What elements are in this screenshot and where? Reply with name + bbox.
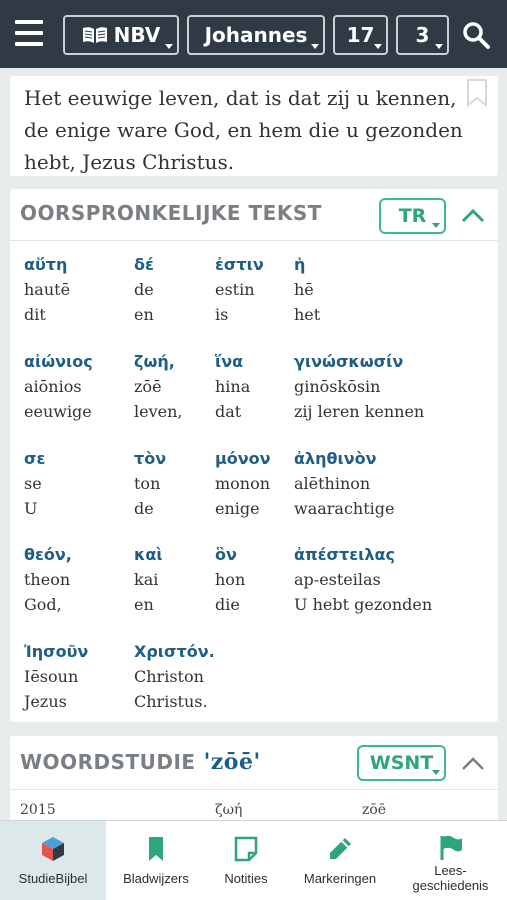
nav-label: Bladwijzers (123, 871, 189, 886)
book-icon (82, 27, 107, 43)
greek-word: γινώσκωσίν (294, 352, 404, 371)
dutch-translation: Christus. (134, 692, 208, 711)
dutch-translation: eeuwige (24, 402, 92, 421)
dutch-translation: U hebt gezonden (294, 595, 433, 614)
transliteration: alēthinon (294, 474, 371, 493)
nav-leesgeschiedenis[interactable]: Lees-geschiedenis (394, 821, 507, 900)
greek-word: ἀληθινὸν (294, 449, 377, 468)
chapter-selector[interactable]: 17 (333, 15, 388, 55)
greek-word: ἀπέστειλας (294, 545, 395, 564)
chevron-down-icon (311, 44, 319, 49)
bottom-navigation: StudieBijbel Bladwijzers Notities Marker… (0, 820, 507, 900)
word-study-header: WOORDSTUDIE 'zōē' WSNT (10, 736, 498, 790)
study-word: 'zōē' (203, 749, 261, 775)
bookmark-outline-icon[interactable] (466, 79, 488, 107)
section-title: OORSPRONKELIJKE TEKST (20, 201, 322, 225)
source-label: TR (398, 205, 427, 227)
interlinear-word[interactable]: γινώσκωσίν ginōskōsin zij leren kennen (294, 350, 494, 424)
interlinear-word[interactable]: αἰώνιος aiōnios eeuwige (24, 350, 134, 424)
greek-word: αἰώνιος (24, 352, 93, 371)
interlinear-word[interactable]: Ἰησοῦν Iēsoun Jezus (24, 640, 134, 714)
chevron-down-icon (165, 44, 173, 49)
transliteration: theon (24, 570, 71, 589)
interlinear-word[interactable]: Χριστόν. Christon Christus. (134, 640, 244, 714)
study-number: 2015 (20, 802, 56, 818)
source-selector[interactable]: TR (379, 198, 446, 234)
section-title: WOORDSTUDIE 'zōē' (20, 749, 261, 775)
chapter-label: 17 (346, 23, 375, 47)
search-icon[interactable] (461, 20, 491, 50)
menu-icon[interactable] (15, 20, 43, 46)
interlinear-word[interactable]: ἀπέστειλας ap-esteilas U hebt gezonden (294, 543, 494, 617)
verse-text: Het eeuwige leven, dat is dat zij u kenn… (24, 86, 463, 174)
dutch-translation: God, (24, 595, 62, 614)
verse-label: 3 (415, 23, 430, 47)
transliteration: se (24, 474, 42, 493)
chevron-down-icon (435, 44, 443, 49)
chevron-down-icon (432, 770, 440, 775)
transliteration: ginōskōsin (294, 377, 381, 396)
top-bar: NBV Johannes 17 3 (0, 0, 507, 68)
interlinear-word[interactable]: αὕτη hautē dit (24, 253, 134, 327)
chevron-up-icon[interactable] (460, 754, 486, 772)
nav-markeringen[interactable]: Markeringen (286, 821, 394, 900)
dutch-translation: zij leren kennen (294, 402, 425, 421)
nav-notities[interactable]: Notities (206, 821, 286, 900)
interlinear-word[interactable]: σε se U (24, 447, 134, 521)
bookmark-icon (149, 837, 163, 861)
cube-icon (42, 837, 64, 861)
transliteration: ap-esteilas (294, 570, 381, 589)
study-greek: ζωή (215, 802, 243, 818)
transliteration: Iēsoun (24, 667, 79, 686)
verse-selector[interactable]: 3 (396, 15, 449, 55)
translation-selector[interactable]: NBV (63, 15, 179, 55)
greek-word: Ἰησοῦν (24, 642, 89, 661)
translation-label: NBV (113, 23, 161, 47)
dutch-translation: waarachtige (294, 499, 395, 518)
nav-label: Lees-geschiedenis (412, 863, 489, 893)
pencil-icon (330, 838, 351, 859)
nav-bladwijzers[interactable]: Bladwijzers (106, 821, 206, 900)
book-selector[interactable]: Johannes (187, 15, 325, 55)
verse-card: Het eeuwige leven, dat is dat zij u kenn… (10, 76, 498, 176)
dutch-translation: het (294, 305, 321, 324)
greek-word: σε (24, 449, 46, 468)
study-translit: zōē (362, 802, 387, 818)
note-icon (234, 836, 258, 862)
nav-label: StudieBijbel (18, 871, 88, 886)
transliteration: Christon (134, 667, 204, 686)
flag-icon (440, 835, 462, 860)
transliteration: hautē (24, 280, 71, 299)
interlinear-word[interactable]: ἀληθινὸν alēthinon waarachtige (294, 447, 494, 521)
greek-word: θεόν, (24, 545, 72, 564)
study-source-selector[interactable]: WSNT (357, 745, 446, 781)
nav-studiebijbel[interactable]: StudieBijbel (0, 821, 106, 900)
interlinear-word[interactable]: θεόν, theon God, (24, 543, 134, 617)
chevron-down-icon (374, 44, 382, 49)
transliteration: aiōnios (24, 377, 82, 396)
study-source-label: WSNT (369, 752, 434, 774)
dutch-translation: Jezus (24, 692, 67, 711)
original-text-card: OORSPRONKELIJKE TEKST TR αὕτη hautē dit δέ d… (10, 189, 498, 722)
greek-word: αὕτη (24, 255, 68, 274)
transliteration: hē (294, 280, 314, 299)
nav-label: Notities (224, 871, 268, 886)
interlinear-word[interactable]: ἡ hē het (294, 253, 494, 327)
greek-word: ἡ (294, 255, 306, 274)
nav-label: Markeringen (303, 871, 377, 886)
dutch-translation: U (24, 499, 38, 518)
greek-word: Χριστόν. (134, 642, 215, 661)
book-label: Johannes (204, 23, 308, 47)
chevron-down-icon (432, 223, 440, 228)
original-text-header: OORSPRONKELIJKE TEKST TR (10, 189, 498, 241)
study-title: WOORDSTUDIE (20, 750, 196, 774)
dutch-translation: dit (24, 305, 46, 324)
chevron-up-icon[interactable] (460, 206, 486, 224)
